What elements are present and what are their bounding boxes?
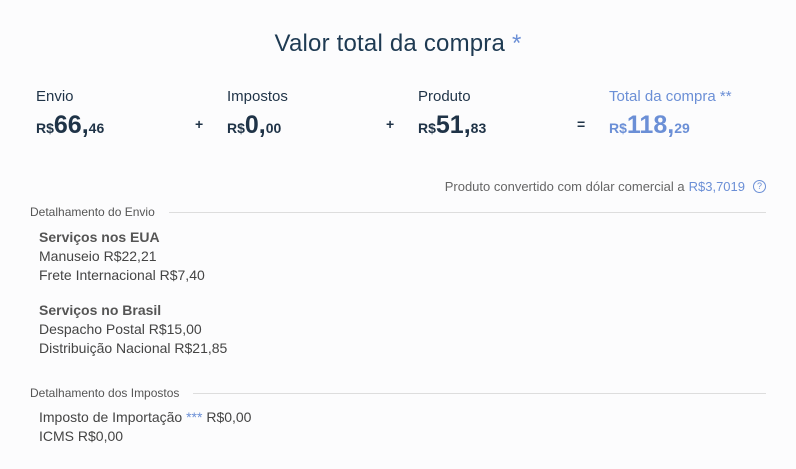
help-icon[interactable]: ? [753,180,766,193]
exchange-rate-value: R$3,7019 [688,179,745,194]
exchange-rate-note: Produto convertido com dólar comercial a… [445,179,766,194]
us-services-title: Serviços nos EUA [39,229,160,245]
total-impostos-label: Impostos [227,88,288,105]
amount-int: 0, [244,111,266,139]
list-item: Distribuição Nacional R$21,85 [39,340,228,356]
total-compra-amount: R$118,29 [609,111,732,140]
divider [193,392,766,394]
page-title-text: Valor total da compra [274,30,506,57]
amount-int: 66, [53,111,89,139]
total-produto: Produto R$51,83 [418,88,486,140]
shipping-details-title: Detalhamento do Envio [30,205,155,219]
currency: R$ [418,120,436,136]
totals-row: Envio R$66,46 + Impostos R$0,00 + Produt… [0,88,796,148]
total-produto-amount: R$51,83 [418,111,486,140]
icms-line: ICMS R$0,00 [39,428,124,444]
total-envio-label: Envio [36,88,74,105]
import-tax-line: Imposto de Importação *** R$0,00 [39,408,251,427]
amount-int: 118, [626,111,675,139]
amount-dec: 00 [265,120,282,136]
import-tax-label: Imposto de Importação [39,409,183,425]
us-services: Serviços nos EUA Manuseio R$22,21 Frete … [39,228,205,285]
import-tax-value: R$0,00 [206,409,252,425]
import-tax-stars: *** [186,409,203,425]
plus-operator: + [195,116,204,132]
equals-operator: = [577,116,586,132]
tax-lines: Imposto de Importação *** R$0,00 ICMS R$… [39,408,251,446]
exchange-rate-text: Produto convertido com dólar comercial a [444,179,685,194]
total-compra: Total da compra ** R$118,29 [609,88,732,140]
total-envio: Envio R$66,46 [36,88,104,140]
page-title: Valor total da compra * [0,30,796,58]
shipping-details-heading: Detalhamento do Envio [30,205,766,219]
currency: R$ [36,120,54,136]
list-item: Despacho Postal R$15,00 [39,321,202,337]
currency: R$ [227,120,245,136]
currency: R$ [609,120,627,136]
amount-dec: 46 [88,120,105,136]
total-produto-label: Produto [418,88,471,105]
list-item: Frete Internacional R$7,40 [39,267,205,283]
tax-details-title: Detalhamento dos Impostos [30,386,180,400]
tax-details-heading: Detalhamento dos Impostos [30,386,766,400]
total-impostos-amount: R$0,00 [227,111,288,140]
list-item: Manuseio R$22,21 [39,248,157,264]
title-asterisk: * [511,30,522,57]
total-envio-amount: R$66,46 [36,111,104,140]
br-services-title: Serviços no Brasil [39,302,162,318]
amount-dec: 29 [674,120,690,136]
br-services: Serviços no Brasil Despacho Postal R$15,… [39,301,227,358]
plus-operator: + [386,116,395,132]
total-impostos: Impostos R$0,00 [227,88,288,140]
divider [168,211,766,213]
amount-dec: 83 [470,120,487,136]
total-compra-label: Total da compra ** [609,88,732,105]
amount-int: 51, [435,111,471,139]
